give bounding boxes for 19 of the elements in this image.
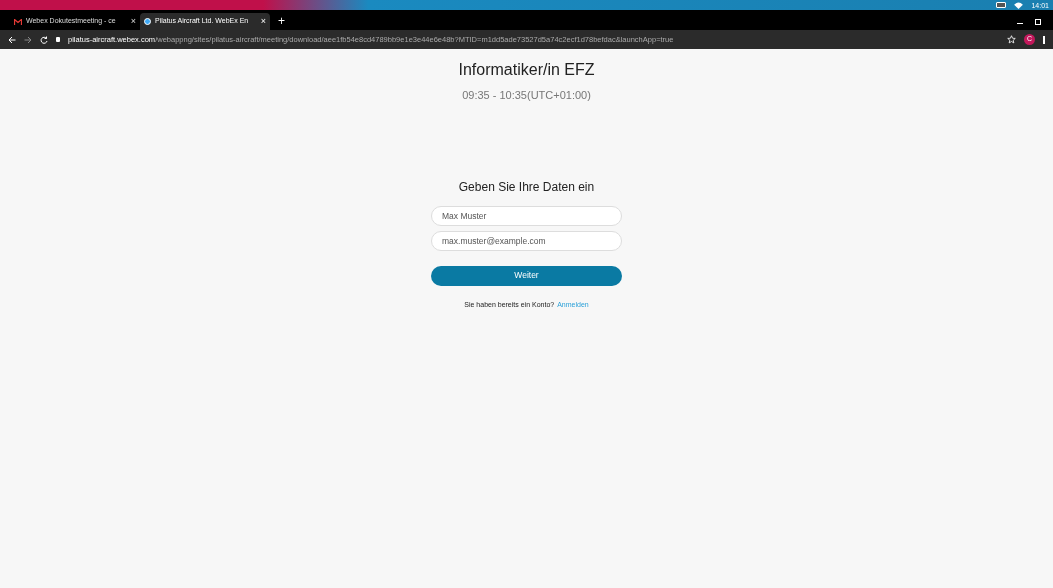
restore-icon[interactable] [1035, 19, 1041, 25]
globe-icon [144, 18, 151, 25]
mail-icon [14, 18, 22, 25]
continue-button[interactable]: Weiter [431, 265, 622, 286]
lock-icon [56, 37, 60, 42]
input-field[interactable]: Max Muster [431, 205, 622, 226]
star-icon[interactable] [1007, 35, 1016, 44]
back-icon[interactable] [8, 35, 16, 44]
reload-icon[interactable] [40, 35, 48, 44]
forward-icon[interactable] [24, 35, 32, 44]
form-heading: Geben Sie Ihre Daten ein [458, 178, 595, 196]
battery-icon [996, 2, 1007, 8]
close-icon[interactable]: × [260, 14, 266, 29]
close-icon[interactable]: × [130, 14, 136, 29]
new-tab-button[interactable]: + [278, 15, 285, 27]
input-field[interactable]: max.muster@example.com [431, 230, 622, 251]
meeting-title: Informatiker/in EFZ [458, 60, 595, 80]
meeting-time: 09:35 - 10:35(UTC+01:00) [462, 88, 591, 103]
wifi-icon [1014, 1, 1024, 9]
